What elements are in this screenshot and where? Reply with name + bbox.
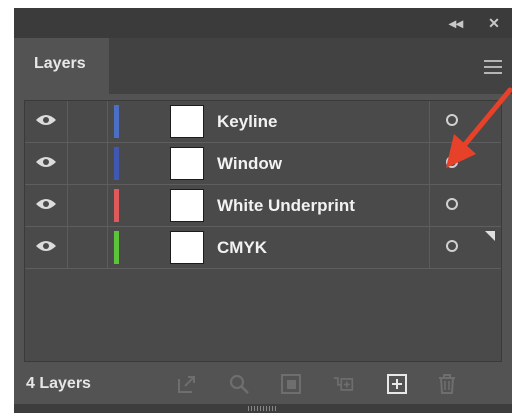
layer-count: 4 Layers bbox=[26, 375, 91, 392]
panel-resize-grip[interactable] bbox=[14, 404, 512, 413]
layer-list: Keyline Window White Underprint CMYK bbox=[24, 100, 502, 362]
eye-icon[interactable] bbox=[35, 197, 57, 211]
layer-thumbnail bbox=[170, 147, 204, 180]
locate-object-icon[interactable] bbox=[228, 373, 250, 395]
export-icon[interactable] bbox=[176, 373, 198, 395]
tab-bar: Layers bbox=[14, 38, 512, 94]
layer-name[interactable]: CMYK bbox=[217, 238, 267, 258]
eye-icon[interactable] bbox=[35, 239, 57, 253]
annotation-arrow bbox=[446, 87, 512, 168]
layer-row-white-underprint[interactable]: White Underprint bbox=[25, 185, 501, 227]
delete-icon[interactable] bbox=[436, 373, 458, 395]
eye-icon[interactable] bbox=[35, 113, 57, 127]
eye-icon[interactable] bbox=[35, 155, 57, 169]
selected-art-corner-icon bbox=[485, 231, 495, 241]
target-circle-icon[interactable] bbox=[446, 240, 458, 252]
layer-thumbnail bbox=[170, 105, 204, 138]
layer-name[interactable]: White Underprint bbox=[217, 196, 355, 216]
tab-layers[interactable]: Layers bbox=[14, 38, 109, 94]
layer-color-swatch bbox=[114, 189, 119, 222]
new-layer-icon[interactable] bbox=[386, 373, 408, 395]
layer-color-swatch bbox=[114, 105, 119, 138]
layer-row-cmyk[interactable]: CMYK bbox=[25, 227, 501, 269]
target-circle-icon[interactable] bbox=[446, 198, 458, 210]
layer-name[interactable]: Keyline bbox=[217, 112, 277, 132]
make-clipping-mask-icon[interactable] bbox=[280, 373, 302, 395]
layer-name[interactable]: Window bbox=[217, 154, 282, 174]
layer-row-window[interactable]: Window bbox=[25, 143, 501, 185]
layer-thumbnail bbox=[170, 231, 204, 264]
panel-footer: 4 Layers bbox=[14, 364, 512, 404]
close-icon[interactable]: ✕ bbox=[484, 13, 504, 33]
create-sublayer-icon[interactable] bbox=[332, 373, 354, 395]
layer-color-swatch bbox=[114, 231, 119, 264]
layers-panel: ◂◂ ✕ Layers Keyline Window White Underpr… bbox=[14, 8, 512, 413]
layer-thumbnail bbox=[170, 189, 204, 222]
tab-layers-label: Layers bbox=[34, 55, 86, 72]
panel-titlebar: ◂◂ ✕ bbox=[14, 8, 512, 38]
layer-color-swatch bbox=[114, 147, 119, 180]
double-chevron-left-icon[interactable]: ◂◂ bbox=[446, 13, 466, 33]
layer-row-keyline[interactable]: Keyline bbox=[25, 101, 501, 143]
